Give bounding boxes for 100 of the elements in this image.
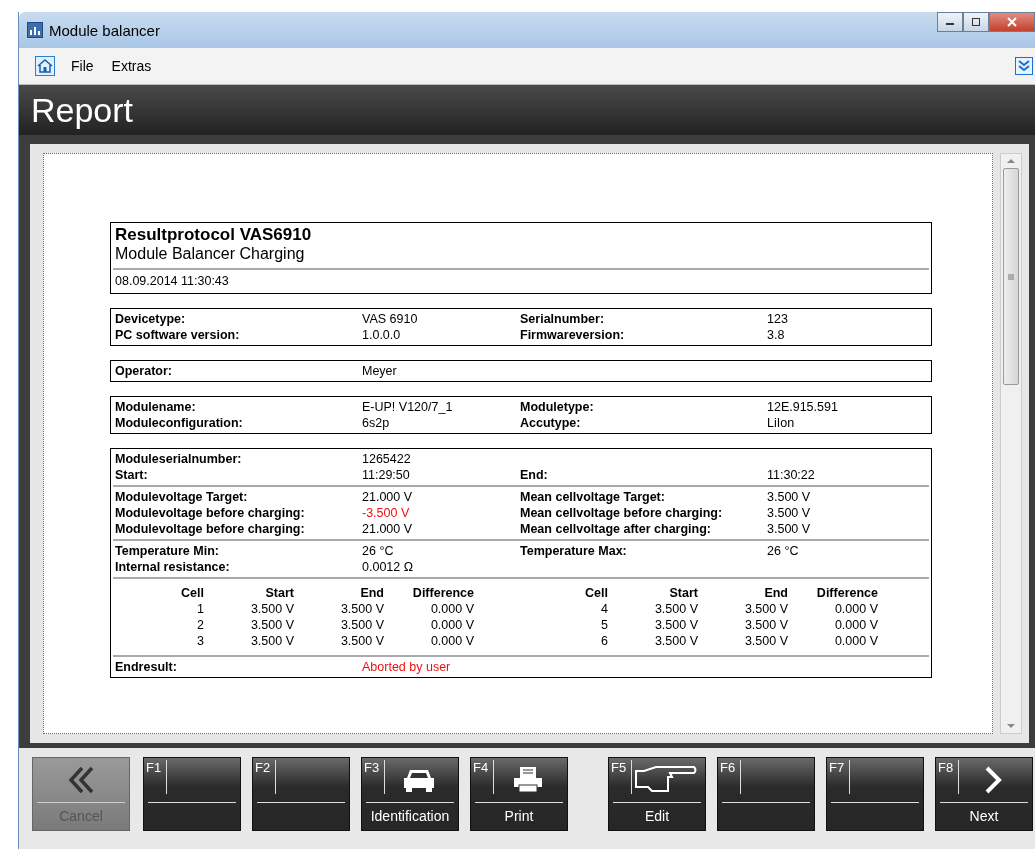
table-cell-text: 3.500 V <box>339 601 384 617</box>
field-value: 21.000 V <box>362 521 414 537</box>
column-header: Start <box>264 585 294 601</box>
column-header: Start <box>668 585 698 601</box>
menu-item[interactable]: Extras <box>111 58 152 74</box>
report-title: Resultprotocol VAS6910 <box>115 225 313 245</box>
field-value: 1.0.0.0 <box>362 327 402 343</box>
field-label: Mean cellvoltage Target: <box>520 489 666 505</box>
field-value: E-UP! V120/7_1 <box>362 399 454 415</box>
report-date: 08.09.2014 11:30:43 <box>115 274 230 288</box>
menu-item[interactable]: File <box>71 58 94 74</box>
table-cell-text: 0.000 V <box>429 601 474 617</box>
function-key-button[interactable]: F1 <box>143 756 241 831</box>
table-cell-text: 3.500 V <box>653 633 698 649</box>
maximize-button[interactable] <box>963 12 989 32</box>
field-value: 3.500 V <box>767 489 812 505</box>
field-value: VAS 6910 <box>362 311 419 327</box>
field-value: -3.500 V <box>362 505 411 521</box>
field-label: Devicetype: <box>115 311 187 327</box>
table-cell-text: 3.500 V <box>249 617 294 633</box>
close-button[interactable] <box>989 12 1035 32</box>
field-value: 3.8 <box>767 327 786 343</box>
field-label: End: <box>520 467 549 483</box>
field-label: Mean cellvoltage after charging: <box>520 521 713 537</box>
field-label: Modulevoltage before charging: <box>115 505 306 521</box>
field-value: 11:29:50 <box>362 467 411 483</box>
column-header: Difference <box>411 585 474 601</box>
field-value: Meyer <box>362 363 398 379</box>
field-label: Moduleserialnumber: <box>115 451 243 467</box>
scrollbar-thumb[interactable] <box>1003 168 1019 385</box>
field-label: Operator: <box>115 363 173 379</box>
function-key-button[interactable]: F3 Identification <box>361 756 459 831</box>
field-value: 12E.915.591 <box>767 399 839 415</box>
table-cell-text: 3 <box>196 633 204 649</box>
table-cell-text: 3.500 V <box>339 633 384 649</box>
field-label: Accutype: <box>520 415 582 431</box>
minimize-button[interactable] <box>937 12 963 32</box>
double-chevron-left-icon <box>66 765 96 794</box>
field-value: 123 <box>767 311 789 327</box>
table-cell-text: 3.500 V <box>249 633 294 649</box>
scrollbar[interactable] <box>1000 153 1022 734</box>
field-value: 3.500 V <box>767 505 812 521</box>
table-cell-text: 3.500 V <box>249 601 294 617</box>
function-key-button[interactable]: F8 Next <box>935 756 1033 831</box>
field-value: 6s2p <box>362 415 391 431</box>
scroll-up-icon[interactable] <box>1007 158 1015 164</box>
field-value: 21.000 V <box>362 489 414 505</box>
table-cell-text: 0.000 V <box>833 633 878 649</box>
printer-icon <box>511 765 545 794</box>
column-header: Cell <box>584 585 608 601</box>
report-subtitle: Module Balancer Charging <box>115 245 306 263</box>
field-label: Firmwareversion: <box>520 327 626 343</box>
table-cell-text: 3.500 V <box>339 617 384 633</box>
table-cell-text: 3.500 V <box>743 601 788 617</box>
field-value: 26 °C <box>362 543 395 559</box>
field-value: 0.0012 Ω <box>362 559 415 575</box>
table-cell-text: 3.500 V <box>653 617 698 633</box>
field-value: Aborted by user <box>362 659 452 675</box>
field-value: 11:30:22 <box>767 467 816 483</box>
column-header: Difference <box>815 585 878 601</box>
app-icon <box>27 22 43 38</box>
function-key-button[interactable]: F4 Print <box>470 756 568 831</box>
maximize-icon <box>971 17 981 27</box>
table-cell-text: 4 <box>600 601 608 617</box>
field-value: 26 °C <box>767 543 800 559</box>
field-label: Temperature Min: <box>115 543 220 559</box>
table-cell-text: 0.000 V <box>429 633 474 649</box>
field-value: 3.500 V <box>767 521 812 537</box>
table-cell-text: 0.000 V <box>429 617 474 633</box>
field-label: Temperature Max: <box>520 543 628 559</box>
function-key-button[interactable]: F6 <box>717 756 815 831</box>
function-key-button[interactable]: F7 <box>826 756 924 831</box>
field-label: Modulevoltage Target: <box>115 489 249 505</box>
field-label: PC software version: <box>115 327 241 343</box>
table-cell-text: 1 <box>196 601 204 617</box>
field-label: Endresult: <box>115 659 178 675</box>
field-label: Modulename: <box>115 399 197 415</box>
table-cell-text: 3.500 V <box>743 617 788 633</box>
field-label: Moduleconfiguration: <box>115 415 244 431</box>
field-label: Serialnumber: <box>520 311 606 327</box>
field-label: Modulevoltage before charging: <box>115 521 306 537</box>
field-value: LiIon <box>767 415 796 431</box>
column-header: End <box>359 585 384 601</box>
page-title: Report <box>31 90 134 130</box>
table-cell-text: 6 <box>600 633 608 649</box>
field-value: 1265422 <box>362 451 412 467</box>
close-icon <box>1006 17 1018 27</box>
field-label: Mean cellvoltage before charging: <box>520 505 724 521</box>
home-icon[interactable] <box>35 56 55 76</box>
function-key-button[interactable]: F2 <box>252 756 350 831</box>
scroll-down-icon[interactable] <box>1007 723 1015 729</box>
table-cell-text: 3.500 V <box>653 601 698 617</box>
field-label: Start: <box>115 467 149 483</box>
function-key-button[interactable]: F5 Edit <box>608 756 706 831</box>
field-label: Moduletype: <box>520 399 595 415</box>
window-title: Module balancer <box>49 21 160 39</box>
pointing-hand-icon <box>634 764 698 795</box>
field-label: Internal resistance: <box>115 559 231 575</box>
expand-icon[interactable] <box>1015 57 1033 75</box>
table-cell-text: 5 <box>600 617 608 633</box>
